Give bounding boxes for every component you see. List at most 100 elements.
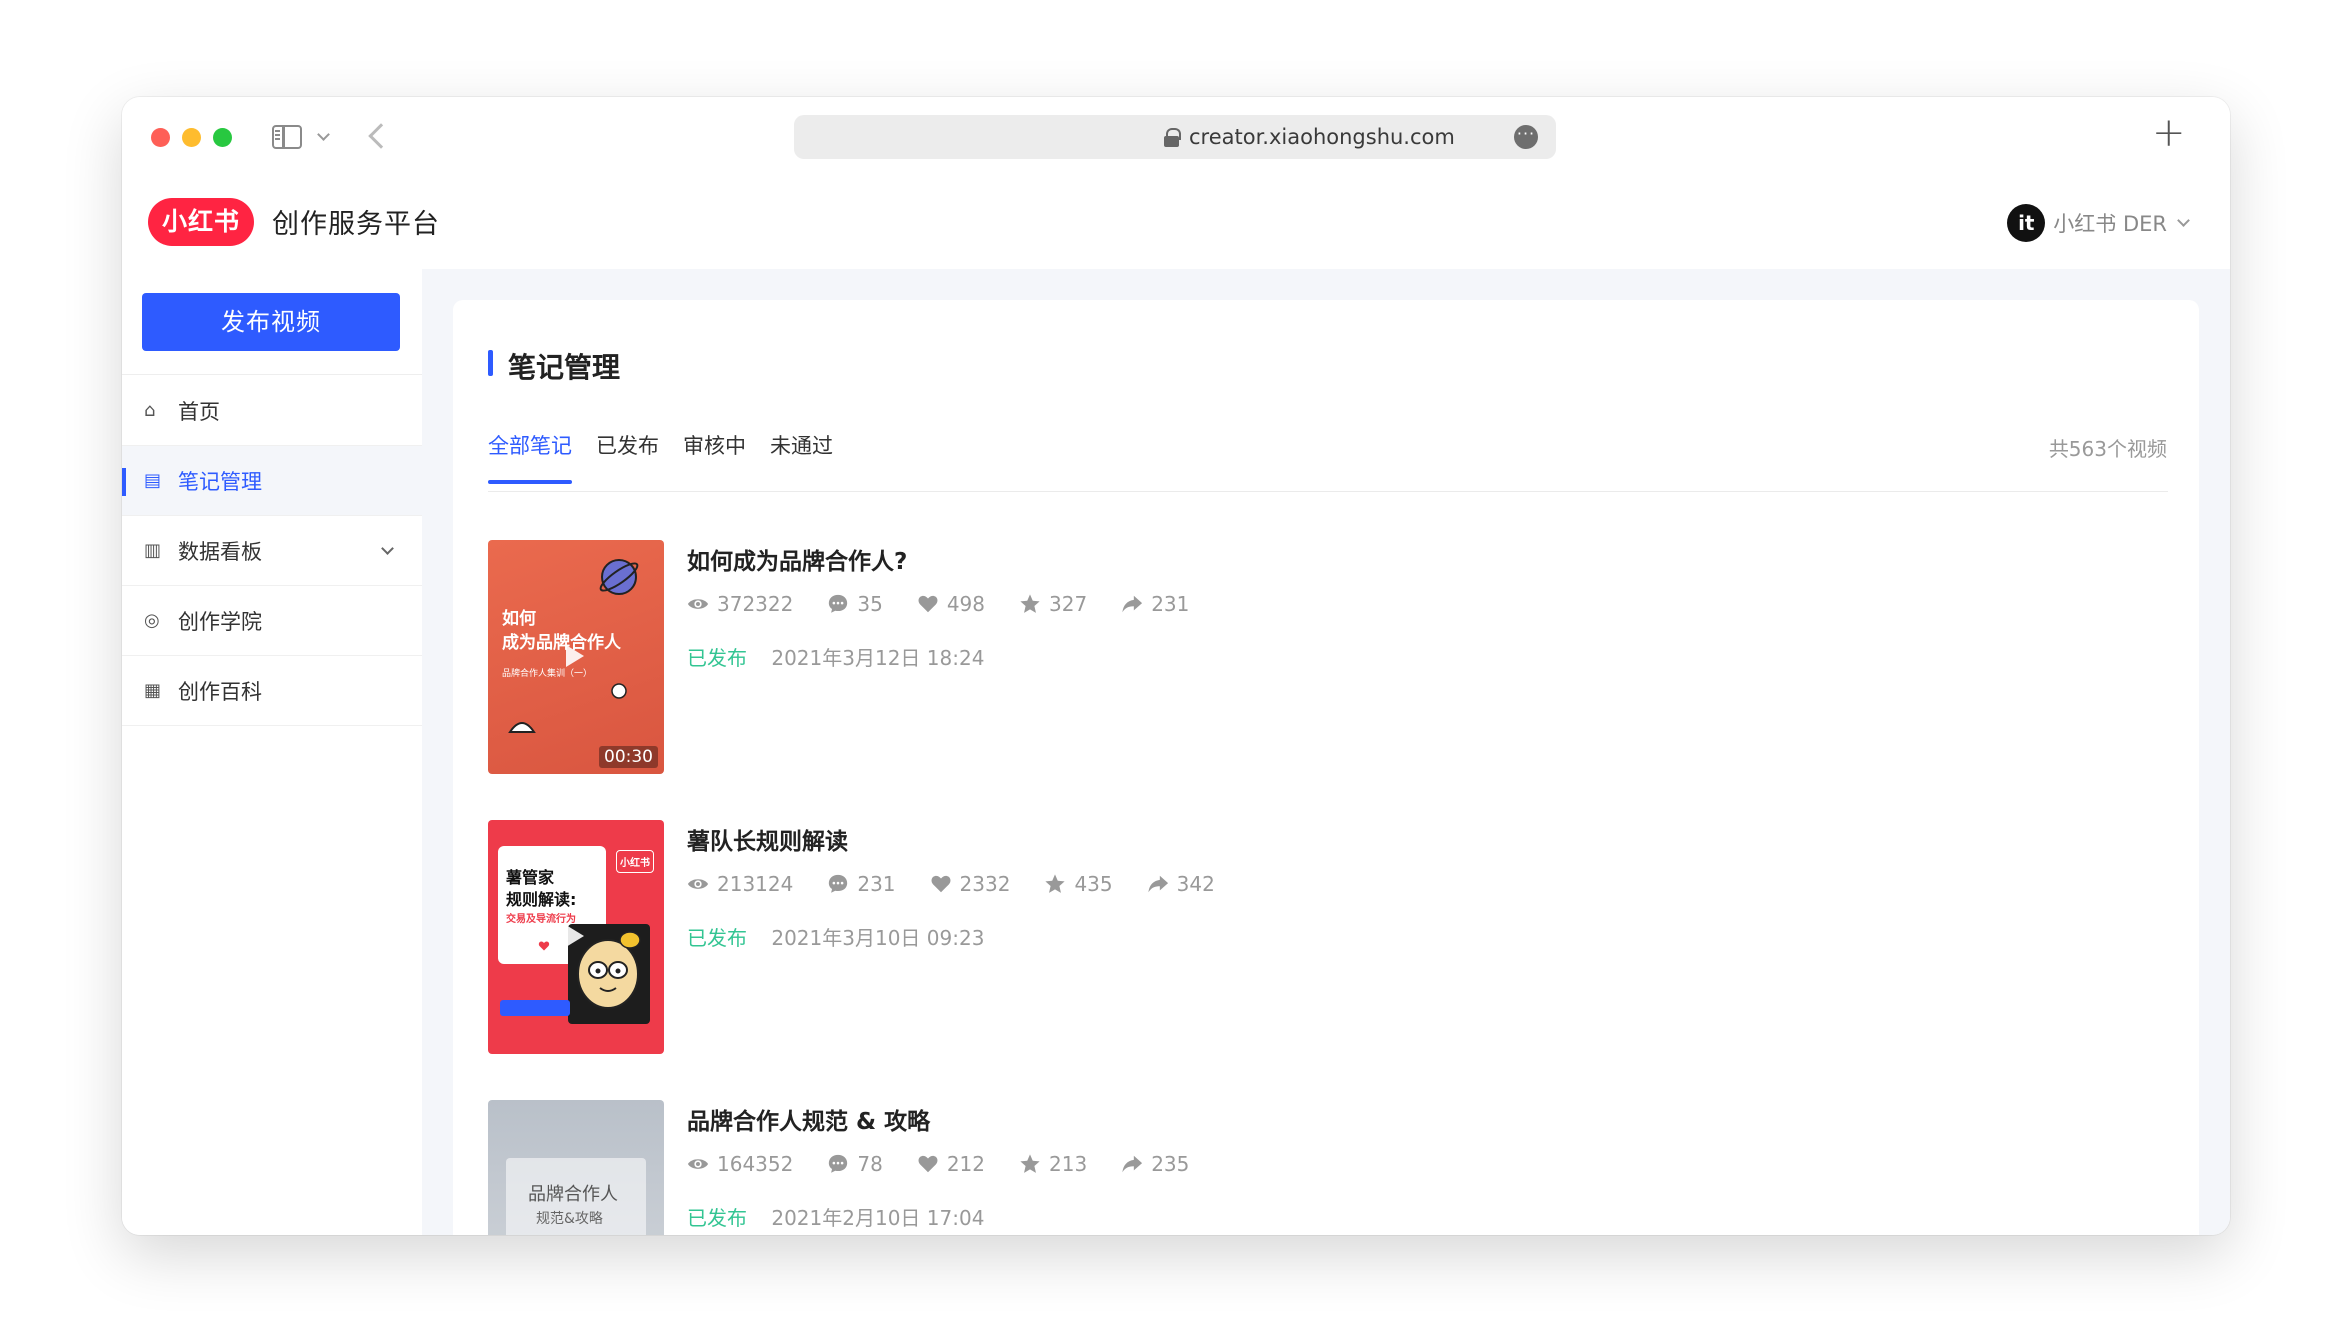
chevron-down-icon[interactable] xyxy=(381,542,394,555)
maximize-window-button[interactable] xyxy=(213,128,232,147)
new-tab-button[interactable]: + xyxy=(2152,113,2186,153)
status-badge: 已发布 xyxy=(687,646,747,670)
comment-icon xyxy=(829,1154,848,1173)
publish-time: 2021年3月12日 18:24 xyxy=(771,646,985,670)
publish-time: 2021年3月10日 09:23 xyxy=(771,926,985,950)
address-bar[interactable]: creator.xiaohongshu.com ··· xyxy=(794,115,1556,159)
thumbnail-subtext: 品牌合作人集训（一） xyxy=(502,669,593,679)
note-stats: 372322 35 498 327 231 xyxy=(687,592,1223,616)
share-count: 342 xyxy=(1147,872,1215,896)
view-count: 213124 xyxy=(687,872,793,896)
bar-chart-icon: ▥ xyxy=(144,539,162,561)
share-count-value: 231 xyxy=(1151,592,1190,616)
note-title[interactable]: 薯队长规则解读 xyxy=(687,822,848,856)
share-count: 235 xyxy=(1121,1152,1189,1176)
thumbnail-text: 规则解读: xyxy=(506,890,577,909)
note-title[interactable]: 品牌合作人规范 & 攻略 xyxy=(687,1102,930,1136)
view-count-value: 164352 xyxy=(717,1152,794,1176)
avatar[interactable]: it xyxy=(2007,204,2046,242)
star-icon xyxy=(1020,1154,1040,1173)
thumbnail-text: 品牌合作人 xyxy=(528,1184,618,1205)
thumbnail-subtext: 交易及导流行为 xyxy=(506,914,576,925)
list-item[interactable]: 薯管家 规则解读: 交易及导流行为 小红书 薯队长规则解读 213124 231… xyxy=(488,820,2168,1100)
home-icon: ⌂ xyxy=(144,399,156,421)
share-icon xyxy=(1148,875,1168,893)
page-title: 笔记管理 xyxy=(488,346,620,386)
favorite-count: 327 xyxy=(1019,592,1087,616)
list-item[interactable]: 如何 成为品牌合作人 品牌合作人集训（一） 00:30 如何成为品牌合作人? 3… xyxy=(488,540,2168,820)
chevron-down-icon[interactable] xyxy=(2177,214,2190,227)
sidebar-item-creator-wiki[interactable]: ▦ 创作百科 xyxy=(122,656,422,726)
close-window-button[interactable] xyxy=(151,128,170,147)
more-options-icon[interactable]: ··· xyxy=(1514,125,1538,149)
video-thumbnail[interactable]: 品牌合作人 规范&攻略 xyxy=(488,1100,664,1235)
comment-count-value: 78 xyxy=(857,1152,883,1176)
note-status-line: 已发布 2021年3月12日 18:24 xyxy=(687,642,984,671)
chevron-down-icon[interactable] xyxy=(317,128,330,141)
share-icon xyxy=(1122,595,1143,613)
favorite-count-value: 327 xyxy=(1049,592,1088,616)
favorite-count: 213 xyxy=(1019,1152,1087,1176)
url-text[interactable]: creator.xiaohongshu.com xyxy=(1189,125,1455,149)
status-badge: 已发布 xyxy=(687,1206,747,1230)
sidebar-toggle-icon[interactable] xyxy=(272,125,302,149)
comment-icon xyxy=(829,594,848,613)
planet-icon: ◎ xyxy=(144,609,160,631)
play-icon[interactable] xyxy=(566,925,584,947)
thumbnail-text: 薯管家 xyxy=(506,868,555,887)
sticker-illustration-icon xyxy=(611,683,627,699)
publish-video-button[interactable]: 发布视频 xyxy=(142,293,400,351)
sidebar-item-label: 创作学院 xyxy=(178,609,262,634)
tab-under-review[interactable]: 审核中 xyxy=(683,430,746,484)
browser-window: creator.xiaohongshu.com ··· + 小红书 创作服务平台… xyxy=(122,97,2230,1235)
eye-icon xyxy=(687,599,709,609)
favorite-count-value: 435 xyxy=(1074,872,1113,896)
divider xyxy=(122,374,422,375)
like-count-value: 212 xyxy=(946,1152,985,1176)
video-thumbnail[interactable]: 薯管家 规则解读: 交易及导流行为 小红书 xyxy=(488,820,664,1054)
tab-published[interactable]: 已发布 xyxy=(596,430,659,484)
view-count: 372322 xyxy=(687,592,793,616)
heart-icon xyxy=(918,1155,938,1173)
back-arrow-icon[interactable] xyxy=(368,123,394,149)
app-header: 小红书 创作服务平台 it 小红书 DER xyxy=(122,177,2230,269)
sidebar: 发布视频 ⌂ 首页 ▤ 笔记管理 ▥ 数据看板 ◎ 创作学院 ▦ 创作百科 xyxy=(122,269,422,1235)
share-count: 231 xyxy=(1121,592,1189,616)
comment-count: 78 xyxy=(827,1152,883,1176)
sidebar-item-data-dashboard[interactable]: ▥ 数据看板 xyxy=(122,516,422,586)
note-status-line: 已发布 2021年3月10日 09:23 xyxy=(687,922,984,951)
lock-icon xyxy=(1164,128,1181,147)
note-list: 如何 成为品牌合作人 品牌合作人集训（一） 00:30 如何成为品牌合作人? 3… xyxy=(488,540,2168,1235)
play-icon[interactable] xyxy=(566,645,584,667)
comment-count-value: 231 xyxy=(857,872,896,896)
user-menu[interactable]: it 小红书 DER xyxy=(2007,204,2190,242)
sidebar-item-label: 创作百科 xyxy=(178,679,262,704)
view-count-value: 372322 xyxy=(717,592,794,616)
eye-icon xyxy=(687,1159,709,1169)
like-count-value: 498 xyxy=(946,592,985,616)
sidebar-item-creator-academy[interactable]: ◎ 创作学院 xyxy=(122,586,422,656)
comment-icon xyxy=(829,874,848,893)
list-item[interactable]: 品牌合作人 规范&攻略 品牌合作人规范 & 攻略 164352 78 212 2… xyxy=(488,1100,2168,1235)
sidebar-item-home[interactable]: ⌂ 首页 xyxy=(122,376,422,446)
minimize-window-button[interactable] xyxy=(182,128,201,147)
user-name[interactable]: 小红书 DER xyxy=(2053,208,2167,238)
note-icon: ▤ xyxy=(144,469,162,491)
star-icon xyxy=(1045,874,1066,893)
thumbnail-banner xyxy=(500,1000,570,1016)
like-count: 498 xyxy=(917,592,985,616)
video-thumbnail[interactable]: 如何 成为品牌合作人 品牌合作人集训（一） 00:30 xyxy=(488,540,664,774)
star-icon xyxy=(1020,594,1040,613)
heart-icon xyxy=(931,875,951,893)
tab-all-notes[interactable]: 全部笔记 xyxy=(488,430,572,484)
note-title[interactable]: 如何成为品牌合作人? xyxy=(687,542,907,576)
comment-count-value: 35 xyxy=(857,592,883,616)
tab-bar: 全部笔记 已发布 审核中 未通过 xyxy=(488,430,857,484)
tab-rejected[interactable]: 未通过 xyxy=(770,430,833,484)
xiaohongshu-logo[interactable]: 小红书 xyxy=(148,198,254,246)
total-count: 共563个视频 xyxy=(2048,437,2167,461)
status-badge: 已发布 xyxy=(687,926,747,950)
thumbnail-text: 如何 xyxy=(502,609,536,629)
sidebar-item-note-management[interactable]: ▤ 笔记管理 xyxy=(122,446,422,516)
divider xyxy=(488,491,2168,492)
